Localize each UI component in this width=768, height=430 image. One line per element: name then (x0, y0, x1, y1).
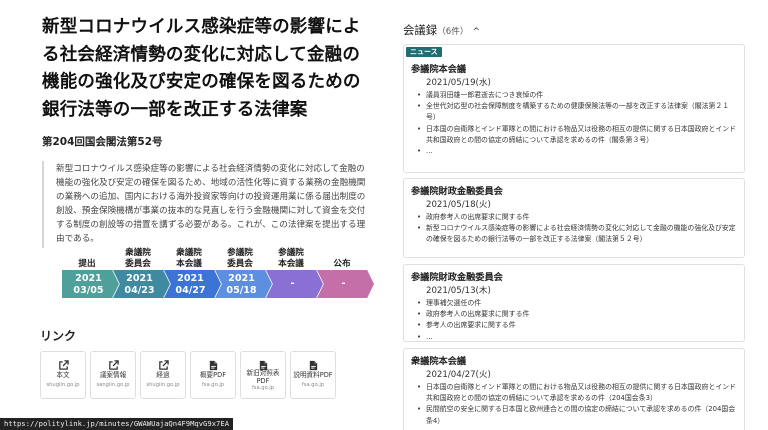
timeline-stage-label: 公布 (333, 258, 351, 269)
external-link-icon (91, 356, 135, 370)
bill-progress-timeline: 提出 2021 03/05 衆議院 委員会 2021 04/23 衆議院 本会議… (62, 248, 375, 298)
minutes-card[interactable]: 参議院財政金融委員会 2021/05/18(火) 政府参考人の出席要求に関する件… (403, 178, 745, 258)
timeline-stage-date[interactable]: 2021 04/23 (113, 270, 170, 298)
timeline-stage: 衆議院 本会議 2021 04/27 (164, 248, 222, 298)
timeline-date-year: 2021 (177, 273, 204, 284)
chevron-up-icon: ^ (472, 27, 480, 37)
timeline-date-year: - (341, 278, 346, 289)
timeline-stage-label: 参議院 委員会 (227, 248, 253, 269)
timeline-stage-label: 衆議院 本会議 (176, 248, 202, 269)
timeline-stage-date[interactable]: 2021 04/27 (164, 270, 221, 298)
list-item: ... (416, 332, 736, 341)
minutes-card-items: 日本国の自衛隊とインド軍隊との間における物品又は役務の相互の提供に関する日本国政… (416, 382, 736, 427)
minutes-card-title: 参議院財政金融委員会 (411, 272, 503, 283)
timeline-date-monthday: 05/18 (226, 284, 257, 296)
timeline-date-monthday: 04/27 (175, 284, 206, 296)
list-item: 参考人の出席要求に関する件 (416, 320, 736, 331)
minutes-card-title: 衆議院本会議 (411, 356, 467, 367)
timeline-stage: 参議院 本会議 - (266, 248, 324, 298)
minutes-card[interactable]: 衆議院本会議 2021/04/27(火) 日本国の自衛隊とインド軍隊との間におけ… (403, 348, 745, 430)
timeline-stage-date: - (317, 270, 374, 298)
minutes-heading[interactable]: 会議録（6件） ^ (403, 22, 480, 38)
minutes-card-date: 2021/05/18(火) (426, 200, 491, 210)
timeline-date-year: 2021 (126, 273, 153, 284)
timeline-stage-label: 衆議院 委員会 (125, 248, 151, 269)
link-domain: sangiin.go.jp (96, 382, 130, 388)
link-summary-pdf[interactable]: 概要PDF fsa.go.jp (190, 351, 236, 399)
minutes-card-items: 政府参考人の出席要求に関する件 新型コロナウイルス感染症等の影響による社会経済情… (416, 212, 736, 246)
pdf-file-icon (291, 356, 335, 371)
news-badge: ニュース (406, 47, 442, 57)
link-domain: fsa.go.jp (251, 385, 275, 391)
link-explanation-pdf[interactable]: 説明資料PDF fsa.go.jp (290, 351, 336, 399)
list-item: 全世代対応型の社会保障制度を構築するための健康保険法等の一部を改正する法律案（閣… (416, 101, 736, 123)
link-label: 新旧対照表 PDF (246, 369, 280, 385)
pdf-file-icon (241, 356, 285, 371)
link-label: 本文 (56, 371, 70, 379)
list-item: 理事補欠選任の件 (416, 298, 736, 309)
link-label: 経過 (156, 371, 170, 379)
bill-title: 新型コロナウイルス感染症等の影響による社会経済情勢の変化に対応して金融の機能の強… (42, 17, 361, 120)
links-list: 本文 shugiin.go.jp 議案情報 sangiin.go.jp 経過 s… (40, 351, 336, 399)
link-domain: fsa.go.jp (301, 382, 325, 388)
minutes-heading-label: 会議録 (403, 23, 438, 37)
link-label: 概要PDF (199, 371, 227, 379)
list-item: 日本国の自衛隊とインド軍隊との間における物品又は役務の相互の提供に関する日本国政… (416, 124, 736, 146)
timeline-stage-label: 提出 (78, 258, 96, 269)
list-item: 民間航空の安全に関する日本国と欧州連合との間の協定の締結について承認を求めるの件… (416, 404, 736, 426)
timeline-date-year: 2021 (75, 273, 102, 284)
link-label: 説明資料PDF (293, 371, 333, 379)
list-item: 政府参考人の出席要求に関する件 (416, 309, 736, 320)
timeline-date-monthday: 03/05 (73, 284, 104, 296)
timeline-stage-date[interactable]: 2021 03/05 (62, 270, 119, 298)
list-item: ... (416, 146, 736, 157)
timeline-date-monthday: 04/23 (124, 284, 155, 296)
pdf-file-icon (191, 356, 235, 371)
bill-number: 第204回国会閣法第52号 (42, 136, 163, 148)
minutes-card-date: 2021/05/19(水) (426, 78, 491, 88)
external-link-icon (141, 356, 185, 370)
link-bill-info[interactable]: 議案情報 sangiin.go.jp (90, 351, 136, 399)
minutes-card[interactable]: 参議院財政金融委員会 2021/05/13(木) 理事補欠選任の件 政府参考人の… (403, 264, 745, 342)
link-domain: shugiin.go.jp (146, 382, 180, 388)
timeline-stage-date[interactable]: 2021 05/18 (215, 270, 272, 298)
minutes-card[interactable]: ニュース 参議院本会議 2021/05/19(水) 議員羽田雄一郎君逝去につき哀… (403, 44, 745, 173)
timeline-date-year: 2021 (228, 273, 255, 284)
bill-summary: 新型コロナウイルス感染症等の影響による社会経済情勢の変化に対応して金融の機能の強… (42, 161, 372, 249)
links-heading: リンク (40, 329, 77, 343)
timeline-stage: 提出 2021 03/05 (62, 250, 120, 298)
minutes-card-title: 参議院本会議 (411, 64, 467, 75)
timeline-stage: 参議院 委員会 2021 05/18 (215, 248, 273, 298)
timeline-stage: 衆議院 委員会 2021 04/23 (113, 248, 171, 298)
minutes-card-items: 議員羽田雄一郎君逝去につき哀悼の件 全世代対応型の社会保障制度を構築するための健… (416, 90, 736, 157)
minutes-card-date: 2021/04/27(火) (426, 370, 491, 380)
timeline-stage-label: 参議院 本会議 (278, 248, 304, 269)
minutes-card-items: 理事補欠選任の件 政府参考人の出席要求に関する件 参考人の出席要求に関する件 .… (416, 298, 736, 341)
link-domain: fsa.go.jp (201, 382, 225, 388)
bill-panel: 新型コロナウイルス感染症等の影響による社会経済情勢の変化に対応して金融の機能の強… (42, 14, 372, 249)
link-bill-text[interactable]: 本文 shugiin.go.jp (40, 351, 86, 399)
list-item: 新型コロナウイルス感染症等の影響による社会経済情勢の変化に対応して金融の機能の強… (416, 223, 736, 245)
link-progress[interactable]: 経過 shugiin.go.jp (140, 351, 186, 399)
timeline-stage-date: - (266, 270, 323, 298)
link-comparison-pdf[interactable]: 新旧対照表 PDF fsa.go.jp (240, 351, 286, 399)
minutes-card-date: 2021/05/13(木) (426, 286, 491, 296)
list-item: 政府参考人の出席要求に関する件 (416, 212, 736, 223)
list-item: 議員羽田雄一郎君逝去につき哀悼の件 (416, 90, 736, 101)
external-link-icon (41, 356, 85, 370)
minutes-panel: 会議録（6件）^ ニュース 参議院本会議 2021/05/19(水) 議員羽田雄… (403, 0, 745, 430)
minutes-count: （6件） (437, 27, 469, 37)
timeline-stage: 公布 - (317, 250, 375, 298)
status-bar-url: https://politylink.jp/minutes/GWAWUajaQn… (0, 418, 234, 430)
minutes-card-title: 参議院財政金融委員会 (411, 186, 503, 197)
timeline-date-year: - (290, 278, 295, 289)
link-domain: shugiin.go.jp (46, 382, 80, 388)
list-item: 日本国の自衛隊とインド軍隊との間における物品又は役務の相互の提供に関する日本国政… (416, 382, 736, 404)
link-label: 議案情報 (99, 371, 127, 379)
